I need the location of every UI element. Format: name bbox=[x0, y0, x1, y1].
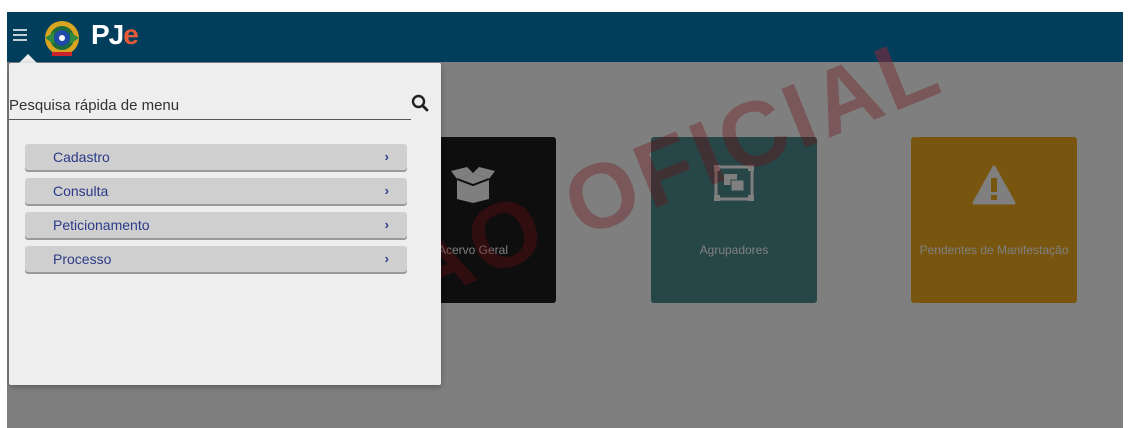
menu-caret bbox=[19, 54, 37, 63]
hamburger-menu-icon[interactable] bbox=[13, 29, 27, 43]
menu-item-label: Peticionamento bbox=[53, 217, 150, 233]
brazil-coat-of-arms-logo bbox=[45, 21, 79, 56]
menu-item-processo[interactable]: Processo › bbox=[25, 246, 407, 272]
navigation-menu-panel: Cadastro › Consulta › Peticionamento › P… bbox=[9, 63, 441, 385]
menu-item-label: Consulta bbox=[53, 183, 109, 199]
chevron-right-icon: › bbox=[384, 251, 389, 266]
chevron-right-icon: › bbox=[384, 183, 389, 198]
menu-item-label: Cadastro bbox=[53, 149, 110, 165]
pje-logo[interactable]: PJe bbox=[91, 19, 139, 51]
menu-list: Cadastro › Consulta › Peticionamento › P… bbox=[25, 144, 407, 280]
chevron-right-icon: › bbox=[384, 217, 389, 232]
menu-search-input[interactable] bbox=[9, 92, 389, 118]
logo-text-accent: e bbox=[123, 19, 139, 50]
search-icon[interactable] bbox=[411, 94, 429, 112]
top-navigation-bar: PJe bbox=[7, 12, 1123, 62]
logo-text-main: PJ bbox=[91, 19, 124, 50]
menu-item-consulta[interactable]: Consulta › bbox=[25, 178, 407, 204]
menu-item-cadastro[interactable]: Cadastro › bbox=[25, 144, 407, 170]
app-window: PJe Acervo Geral Agrupadores bbox=[7, 12, 1123, 428]
menu-search-box bbox=[9, 92, 411, 120]
menu-item-label: Processo bbox=[53, 251, 112, 267]
chevron-right-icon: › bbox=[384, 149, 389, 164]
menu-item-peticionamento[interactable]: Peticionamento › bbox=[25, 212, 407, 238]
